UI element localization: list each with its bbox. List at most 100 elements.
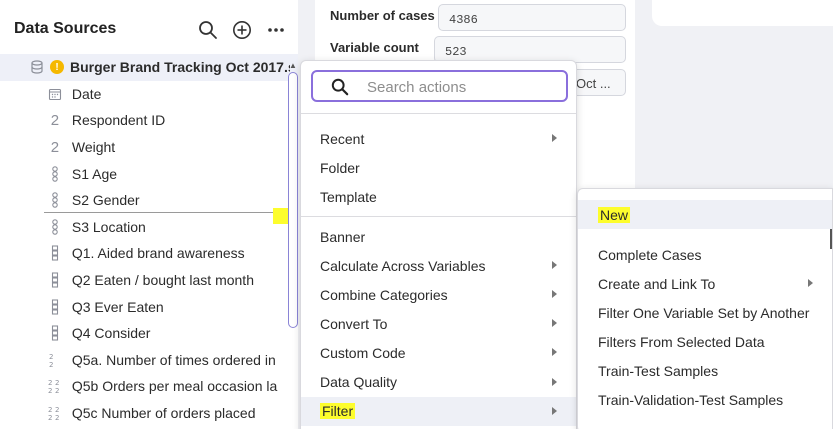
variable-item-q4-consider[interactable]: Q4 Consider <box>0 320 298 347</box>
numeric-grid-icon: 2222 <box>46 377 64 395</box>
submenu-item-label: Create and Link To <box>598 275 716 292</box>
variable-label: Weight <box>71 139 116 156</box>
variable-label: Respondent ID <box>71 112 166 129</box>
svg-text:2: 2 <box>49 353 53 361</box>
variable-item-s1-age[interactable]: S1 Age <box>0 160 298 187</box>
menu-separator <box>301 216 576 217</box>
svg-text:2: 2 <box>55 406 59 414</box>
variable-item-date[interactable]: Date <box>0 81 298 108</box>
highlight-marker <box>273 208 288 224</box>
chevron-right-icon <box>552 348 557 357</box>
warning-icon: ! <box>50 60 64 75</box>
data-tree: ! Burger Brand Tracking Oct 2017.sav Dat… <box>0 54 298 426</box>
multi-icon <box>46 244 64 262</box>
chevron-right-icon <box>552 406 557 415</box>
variable-item-q5a-number-of-times-ordered-in[interactable]: 2 2 Q5a. Number of times ordered in <box>0 347 298 374</box>
variable-label: S3 Location <box>71 218 146 235</box>
chevron-right-icon <box>808 279 813 287</box>
categorical-icon <box>46 165 64 183</box>
menu-item-filter[interactable]: Filter <box>301 396 576 426</box>
menu-item-banner[interactable]: Banner <box>301 222 576 251</box>
more-horizontal-icon[interactable] <box>264 18 288 42</box>
submenu-item-train-test-samples[interactable]: Train-Test Samples <box>578 356 832 385</box>
variable-count-field[interactable]: 523 <box>434 36 626 63</box>
numeric-icon: 2 <box>50 111 60 129</box>
submenu-item-filter-one-variable-set-by-another[interactable]: Filter One Variable Set by Another <box>578 298 832 327</box>
variable-item-s3-location[interactable]: S3 Location <box>0 214 298 241</box>
search-icon[interactable] <box>196 18 220 42</box>
plus-circle-icon[interactable] <box>230 18 254 42</box>
right-panel <box>652 0 833 26</box>
chevron-right-icon <box>552 261 557 270</box>
variable-item-s2-gender[interactable]: S2 Gender <box>0 187 298 214</box>
menu-item-template[interactable]: Template <box>301 182 576 211</box>
menu-item-label: Filter <box>320 403 356 420</box>
variable-item-q2-eaten-bought-last-month[interactable]: Q2 Eaten / bought last month <box>0 267 298 294</box>
menu-item-combine-categories[interactable]: Combine Categories <box>301 280 576 309</box>
menu-item-label: Custom Code <box>320 344 406 361</box>
submenu-item-train-validation-test-samples[interactable]: Train-Validation-Test Samples <box>578 385 832 414</box>
number-of-cases-field[interactable]: 4386 <box>438 4 626 31</box>
menu-item-label: Folder <box>320 159 360 176</box>
chevron-right-icon <box>552 134 557 142</box>
menu-item-label: Combine Categories <box>320 286 448 303</box>
submenu-item-new[interactable]: New <box>578 200 832 229</box>
svg-text:2: 2 <box>55 414 59 421</box>
menu-item-calculate-across-variables[interactable]: Calculate Across Variables <box>301 251 576 280</box>
variable-item-respondent-id[interactable]: 2 Respondent ID <box>0 107 298 134</box>
variable-label: Q5a. Number of times ordered in <box>71 351 276 368</box>
submenu-item-filters-from-selected-data[interactable]: Filters From Selected Data <box>578 327 832 356</box>
numeric-icon: 2 <box>50 138 60 156</box>
variable-label: Q3 Ever Eaten <box>71 298 164 315</box>
variable-item-q5b-orders-per-meal-occasion-la[interactable]: 2 2 2 2 Q5b Orders per meal occasion la <box>0 373 298 400</box>
svg-text:2: 2 <box>49 361 53 368</box>
variable-label: S1 Age <box>71 165 118 182</box>
chevron-right-icon <box>552 290 557 299</box>
tree-scrollbar[interactable] <box>288 72 298 328</box>
multi-icon <box>46 324 64 342</box>
menu-item-data-quality[interactable]: Data Quality <box>301 368 576 397</box>
submenu-item-label: Train-Validation-Test Samples <box>598 391 784 408</box>
variable-item-q5c-number-of-orders-placed[interactable]: 2 2 2 2 Q5c Number of orders placed <box>0 400 298 427</box>
search-actions-box[interactable] <box>311 70 568 102</box>
categorical-icon <box>46 218 64 236</box>
svg-text:2: 2 <box>48 406 52 414</box>
search-actions-input[interactable] <box>367 76 562 98</box>
actions-menu: Recent Folder Template Banner Calculate Acr… <box>300 60 577 429</box>
data-sources-title: Data Sources <box>14 20 117 37</box>
numeric-multi-icon: 22 <box>46 351 64 369</box>
variable-item-weight[interactable]: 2 Weight <box>0 134 298 161</box>
submenu-item-label: New <box>598 206 631 223</box>
menu-separator <box>301 113 576 114</box>
database-icon <box>28 58 46 76</box>
menu-item-convert-to[interactable]: Convert To <box>301 309 576 338</box>
menu-item-folder[interactable]: Folder <box>301 153 576 182</box>
submenu-item-create-and-link-to[interactable]: Create and Link To <box>578 269 832 298</box>
data-source-item[interactable]: ! Burger Brand Tracking Oct 2017.sav <box>0 54 298 81</box>
multi-icon <box>46 298 64 316</box>
multi-icon <box>46 271 64 289</box>
menu-item-custom-code[interactable]: Custom Code <box>301 338 576 367</box>
submenu-item-label: Train-Test Samples <box>598 362 719 379</box>
variable-label: Q5b Orders per meal occasion la <box>71 378 278 395</box>
search-icon <box>331 78 349 96</box>
categorical-icon <box>46 191 64 209</box>
variable-item-q1-aided-brand-awareness[interactable]: Q1. Aided brand awareness <box>0 240 298 267</box>
variable-label: Q2 Eaten / bought last month <box>71 272 254 289</box>
scroll-up-arrow[interactable]: ▲ <box>289 61 297 70</box>
submenu-item-label: Filters From Selected Data <box>598 333 765 350</box>
variable-label: Q5c Number of orders placed <box>71 405 256 422</box>
drop-indicator <box>44 212 284 213</box>
svg-text:2: 2 <box>55 387 59 394</box>
submenu-item-label: Complete Cases <box>598 246 702 263</box>
data-source-name: Burger Brand Tracking Oct 2017.sav <box>70 59 290 76</box>
chevron-right-icon <box>552 319 557 328</box>
filter-submenu: New Complete Cases Create and Link To Filte… <box>577 188 833 429</box>
menu-item-label: Banner <box>320 228 366 245</box>
menu-item-recent[interactable]: Recent <box>301 124 576 153</box>
submenu-item-complete-cases[interactable]: Complete Cases <box>578 240 832 269</box>
svg-text:2: 2 <box>55 379 59 387</box>
svg-text:2: 2 <box>48 379 52 387</box>
variable-item-q3-ever-eaten[interactable]: Q3 Ever Eaten <box>0 293 298 320</box>
variable-label: Date <box>71 85 102 102</box>
